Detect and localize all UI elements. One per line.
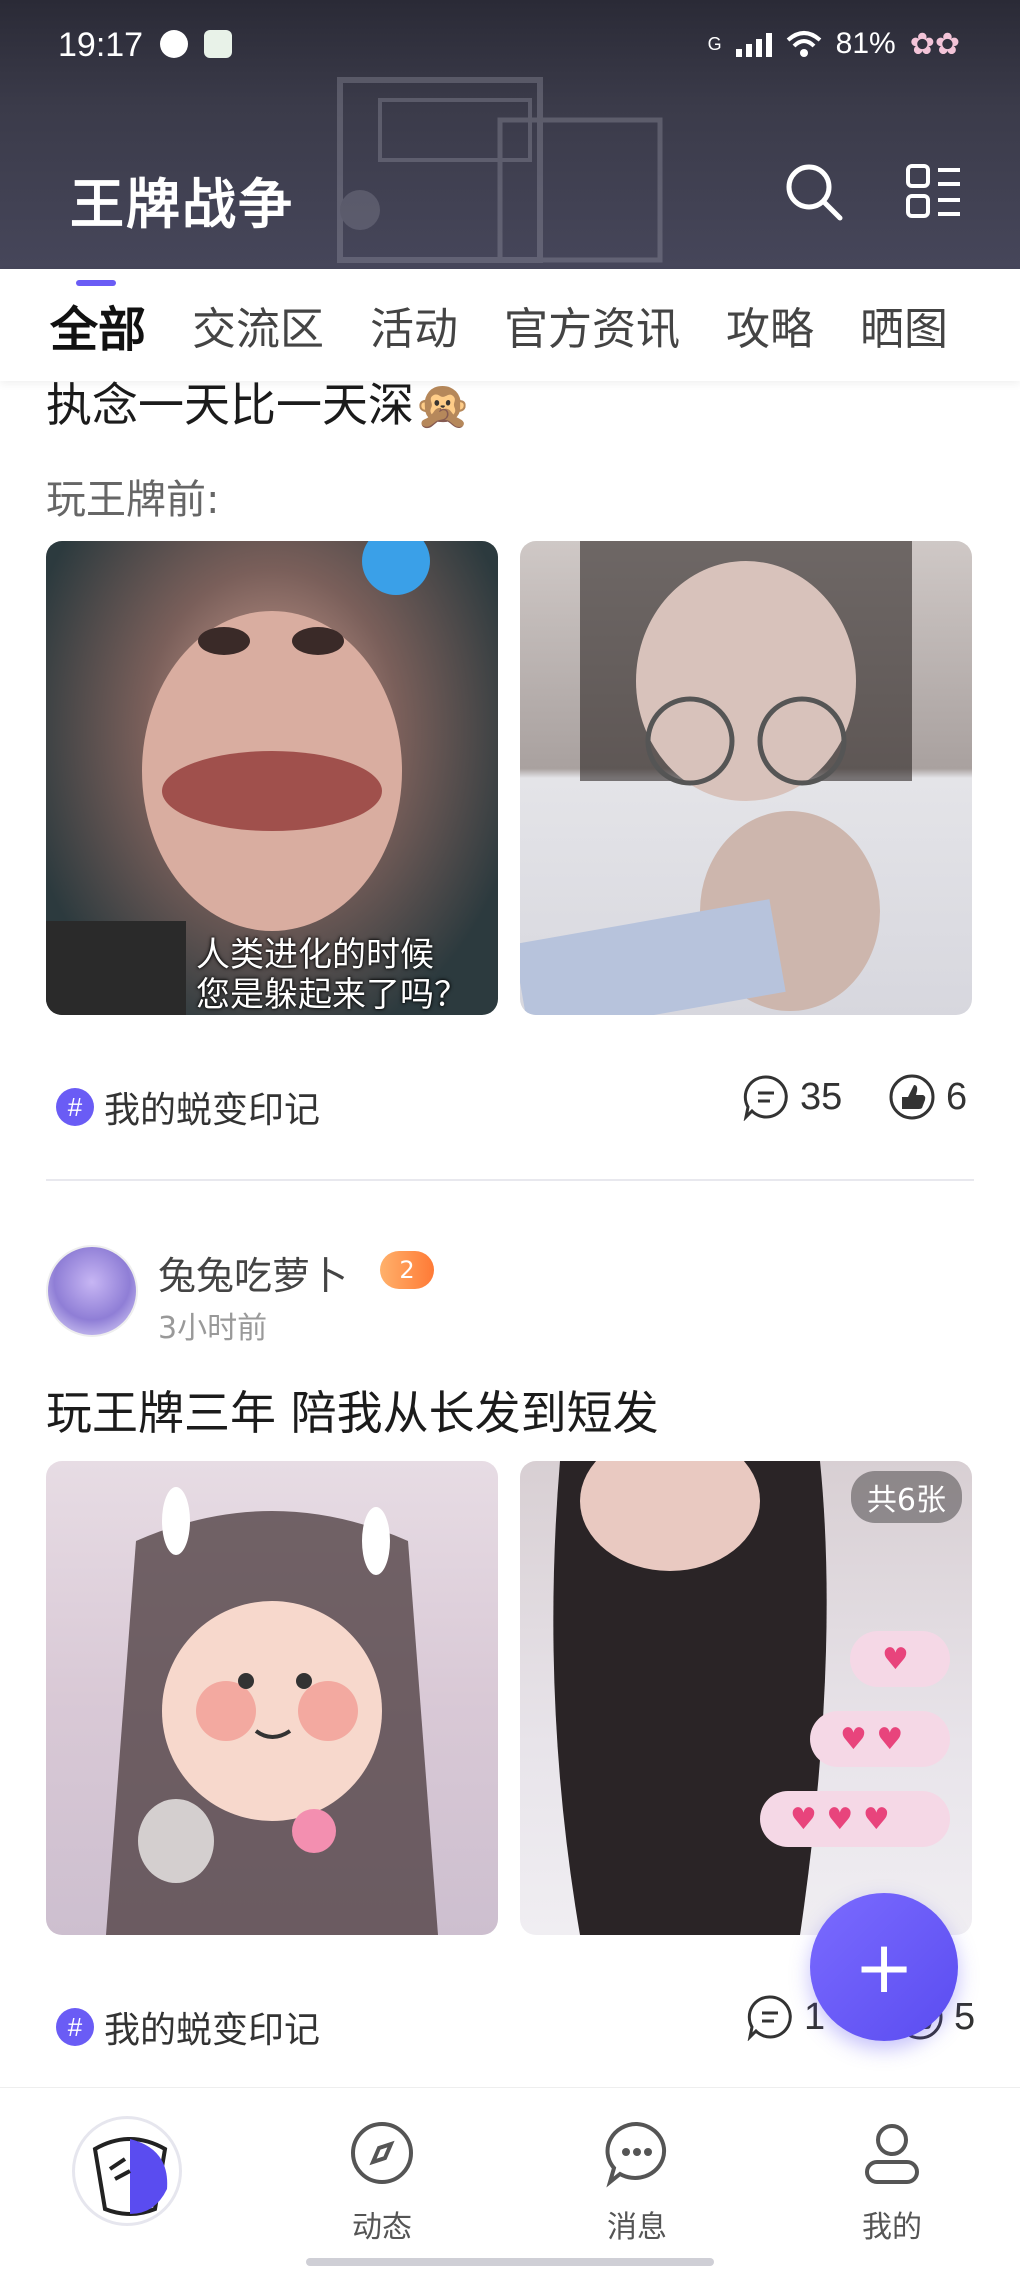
signal-icon <box>735 31 772 57</box>
avatar[interactable] <box>46 1245 138 1337</box>
post-title[interactable]: 执念一天比一天深🙊 <box>46 381 471 435</box>
network-type: G <box>707 33 722 54</box>
svg-text:♥: ♥ <box>882 1642 909 1677</box>
search-icon[interactable] <box>782 160 846 224</box>
battery-level: 81% <box>835 27 896 60</box>
nav-item-profile[interactable]: 我的 <box>822 2118 962 2246</box>
compass-icon <box>351 2122 413 2184</box>
page-title: 王牌战争 <box>70 173 294 236</box>
tab-events[interactable]: 活动 <box>370 293 458 357</box>
svg-text:♥ ♥ ♥: ♥ ♥ ♥ <box>790 1802 890 1837</box>
grid-list-icon[interactable] <box>902 160 966 224</box>
comment-count[interactable]: 35 <box>742 1073 842 1121</box>
category-tabs: 全部 交流区 活动 官方资讯 攻略 晒图 <box>0 269 1020 381</box>
level-badge: 2 <box>380 1251 434 1289</box>
image-caption: 人类进化的时候 您是躲起来了吗？ <box>196 935 468 1015</box>
like-count-value: 5 <box>954 1995 976 2038</box>
hashtag-icon: # <box>56 1088 94 1126</box>
like-count[interactable]: 6 <box>888 1073 967 1121</box>
tab-official-news[interactable]: 官方资讯 <box>504 293 680 357</box>
tab-guides[interactable]: 攻略 <box>726 293 814 357</box>
tab-all[interactable]: 全部 <box>50 280 146 360</box>
post-image-illustration <box>106 1487 438 1935</box>
nav-label: 我的 <box>862 2210 922 2245</box>
thumbs-up-icon <box>889 1074 935 1120</box>
nav-item-messages[interactable]: 消息 <box>567 2118 707 2246</box>
wifi-icon <box>786 31 821 57</box>
home-logo-icon[interactable] <box>72 2116 182 2226</box>
like-count-value: 6 <box>946 1075 968 1118</box>
post-time: 3小时前 <box>158 1311 268 1346</box>
post-image-illustration <box>520 541 912 1015</box>
comment-count-value: 35 <box>800 1075 843 1118</box>
notification-icon <box>160 30 188 58</box>
comment-icon <box>743 1075 788 1121</box>
tab-photos[interactable]: 晒图 <box>860 293 948 357</box>
post-image[interactable] <box>46 1461 498 1935</box>
chat-bubble-icon <box>605 2121 667 2188</box>
flower-decoration-icon: ✿✿ <box>909 27 960 61</box>
topic-label: 我的蜕变印记 <box>104 1090 321 1131</box>
post-title[interactable]: 玩王牌三年 陪我从长发到短发 <box>46 1377 659 1443</box>
author-name[interactable]: 兔兔吃萝卜 <box>158 1245 348 1300</box>
nav-item-feed[interactable]: 动态 <box>312 2118 452 2246</box>
bottom-navigation: 动态 消息 我的 <box>0 2087 1020 2270</box>
post-feed: 执念一天比一天深🙊 玩王牌前: 人类进化的时候 您是躲起来了吗？ # 我的蜕变印… <box>0 381 1020 2087</box>
nav-label: 消息 <box>607 2210 667 2245</box>
nav-label: 动态 <box>352 2210 412 2245</box>
comment-count[interactable]: 1 <box>746 1993 825 2041</box>
post-image-illustration: ♥ ♥ ♥ ♥ ♥ ♥ <box>553 1461 950 1935</box>
post-subtitle: 玩王牌前: <box>46 477 220 523</box>
comment-icon <box>747 1995 792 2041</box>
status-indicators: G 81% ✿✿ <box>708 24 960 64</box>
create-post-button[interactable]: + <box>810 1893 958 2041</box>
svg-text:♥ ♥: ♥ ♥ <box>840 1722 903 1757</box>
post-image[interactable]: ♥ ♥ ♥ ♥ ♥ ♥ 共6张 <box>520 1461 972 1935</box>
post-topic-tag[interactable]: # 我的蜕变印记 <box>56 1081 320 1133</box>
home-logo-graphic <box>92 2137 168 2216</box>
post-image[interactable]: 人类进化的时候 您是躲起来了吗？ <box>46 541 498 1015</box>
post-topic-tag[interactable]: # 我的蜕变印记 <box>56 2001 320 2053</box>
topic-label: 我的蜕变印记 <box>104 2010 321 2051</box>
hashtag-icon: # <box>56 2008 94 2046</box>
app-notification-icon <box>204 30 232 58</box>
image-count-badge: 共6张 <box>850 1471 962 1523</box>
post-image[interactable] <box>520 541 972 1015</box>
gesture-home-bar <box>306 2258 714 2266</box>
status-time: 19:17 <box>58 26 144 64</box>
status-bar: 19:17 G 81% ✿✿ <box>0 0 1020 92</box>
app-header: 19:17 G 81% ✿✿ 王牌战争 <box>0 0 1020 269</box>
post-divider <box>46 1179 974 1181</box>
tab-discussion[interactable]: 交流区 <box>192 293 324 357</box>
profile-icon <box>865 2124 919 2184</box>
